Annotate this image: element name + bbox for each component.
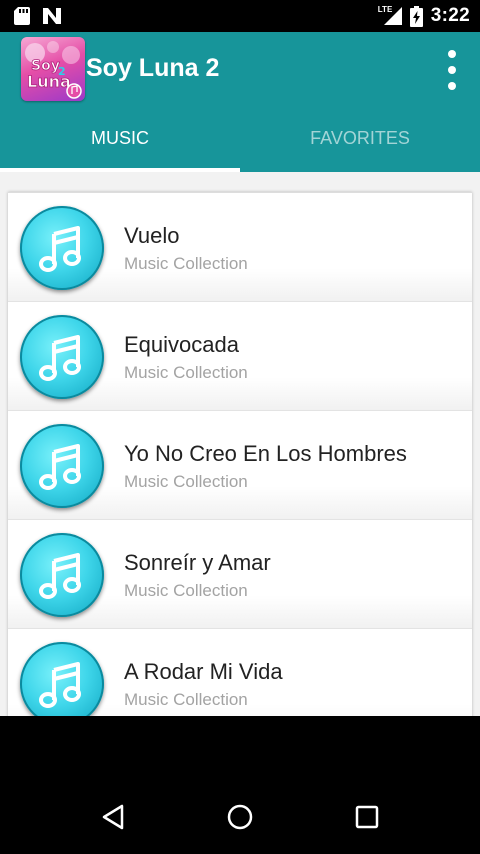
music-note-icon	[20, 315, 104, 399]
song-subtitle: Music Collection	[124, 363, 248, 382]
song-subtitle: Music Collection	[124, 254, 248, 273]
empty-area	[0, 716, 480, 780]
song-title: Vuelo	[124, 223, 180, 248]
recents-icon[interactable]	[347, 797, 387, 837]
back-icon[interactable]	[93, 797, 133, 837]
music-note-icon	[20, 642, 104, 716]
app-bar: Soy Luna 2 Soy Luna 2 MUSIC FAVORITES	[0, 32, 480, 172]
overflow-menu-icon[interactable]	[444, 50, 460, 90]
song-subtitle: Music Collection	[124, 581, 248, 600]
n-notification-icon	[42, 7, 62, 25]
song-subtitle: Music Collection	[124, 690, 248, 709]
app-title: Soy Luna 2	[86, 54, 220, 82]
status-bar: LTE 3:22	[0, 0, 480, 32]
tab-music[interactable]: MUSIC	[0, 106, 240, 172]
status-time: 3:22	[430, 5, 470, 26]
music-note-icon	[20, 533, 104, 617]
song-item[interactable]: A Rodar Mi Vida Music Collection	[8, 629, 472, 716]
song-item[interactable]: Yo No Creo En Los Hombres Music Collecti…	[8, 411, 472, 520]
song-item[interactable]: Vuelo Music Collection	[8, 193, 472, 302]
toolbar: Soy Luna 2 Soy Luna 2	[0, 32, 480, 106]
music-note-icon	[20, 424, 104, 508]
song-title: A Rodar Mi Vida	[124, 659, 283, 684]
system-nav-bar	[0, 780, 480, 854]
song-title: Yo No Creo En Los Hombres	[124, 441, 407, 466]
song-subtitle: Music Collection	[124, 472, 248, 491]
signal-lte-icon: LTE	[378, 5, 402, 26]
sd-card-icon	[14, 7, 30, 25]
song-list: Vuelo Music Collection Equivocada Music …	[8, 192, 472, 716]
tab-favorites[interactable]: FAVORITES	[240, 106, 480, 172]
logo-number: 2	[58, 65, 66, 78]
song-title: Sonreír y Amar	[124, 550, 271, 575]
song-item[interactable]: Sonreír y Amar Music Collection	[8, 520, 472, 629]
music-note-icon	[20, 206, 104, 290]
home-icon[interactable]	[220, 797, 260, 837]
app-logo: Soy Luna 2	[21, 37, 85, 101]
song-list-container[interactable]: Vuelo Music Collection Equivocada Music …	[0, 172, 480, 716]
tab-bar: MUSIC FAVORITES	[0, 106, 480, 172]
song-title: Equivocada	[124, 332, 239, 357]
battery-charging-icon	[409, 5, 423, 27]
song-item[interactable]: Equivocada Music Collection	[8, 302, 472, 411]
